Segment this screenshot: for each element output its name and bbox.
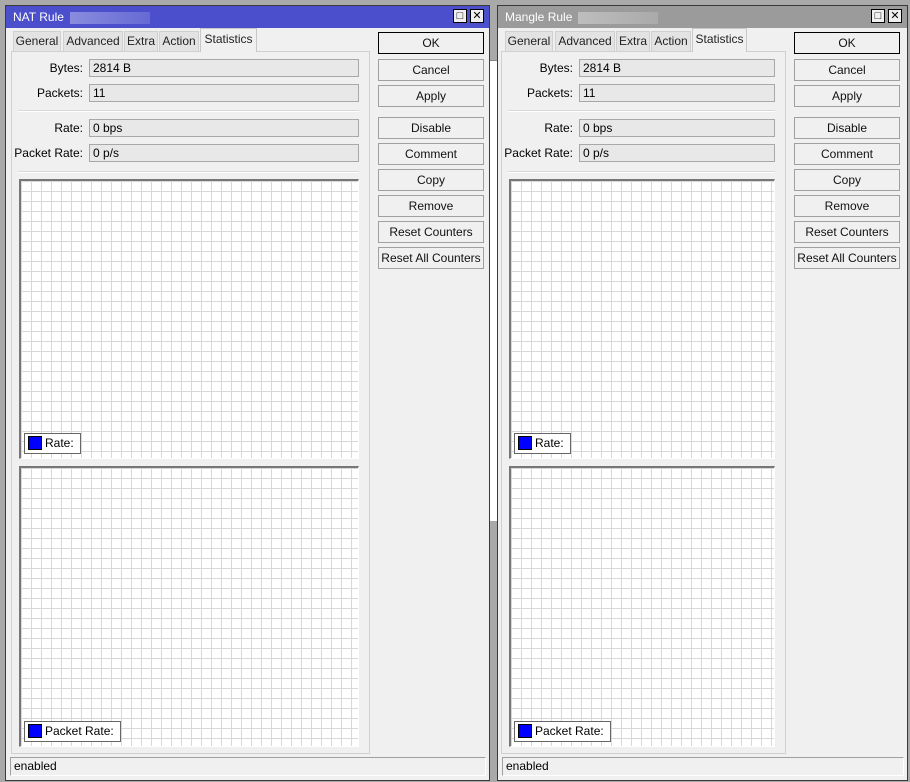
packets-label: Packets: (36, 86, 83, 100)
tab-statistics[interactable]: Statistics (200, 28, 257, 52)
bytes-label: Bytes: (49, 61, 83, 75)
window-title: Mangle Rule (505, 10, 573, 24)
legend-color-swatch (28, 435, 42, 450)
rate-label: Rate: (54, 121, 83, 135)
comment-button[interactable]: Comment (378, 143, 484, 165)
legend-color-swatch (28, 723, 42, 738)
remove-button[interactable]: Remove (794, 195, 900, 217)
cancel-button[interactable]: Cancel (794, 59, 900, 81)
packet-rate-field: 0 p/s (579, 144, 775, 162)
rate-label: Rate: (544, 121, 573, 135)
graph-legend: Packet Rate: (24, 721, 121, 742)
graph-legend: Packet Rate: (514, 721, 611, 742)
tab-general[interactable]: General (13, 31, 61, 51)
packets-label: Packets: (526, 86, 573, 100)
tab-statistics[interactable]: Statistics (692, 28, 747, 52)
disable-button[interactable]: Disable (378, 117, 484, 139)
window-title: NAT Rule (13, 10, 64, 24)
nat-rule-window: NAT Rule □ ✕ General Advanced Extra Action Stat… (5, 5, 490, 781)
legend-label: Packet Rate: (45, 724, 114, 738)
tab-action[interactable]: Action (159, 31, 199, 51)
legend-label: Rate: (45, 436, 74, 450)
tab-advanced[interactable]: Advanced (555, 31, 615, 51)
packet-rate-label: Packet Rate: (504, 146, 573, 160)
tab-action[interactable]: Action (651, 31, 691, 51)
redacted-title-text (69, 11, 150, 24)
tab-extra[interactable]: Extra (124, 31, 158, 51)
remove-button[interactable]: Remove (378, 195, 484, 217)
reset-all-counters-button[interactable]: Reset All Counters (378, 247, 484, 269)
status-bar: enabled (10, 757, 486, 776)
reset-counters-button[interactable]: Reset Counters (378, 221, 484, 243)
maximize-button[interactable]: □ (871, 9, 885, 23)
packet-rate-graph: Packet Rate: (19, 466, 359, 747)
reset-all-counters-button[interactable]: Reset All Counters (794, 247, 900, 269)
close-button[interactable]: ✕ (470, 9, 484, 23)
status-bar: enabled (502, 757, 904, 776)
graph-legend: Rate: (514, 433, 571, 454)
copy-button[interactable]: Copy (794, 169, 900, 191)
disable-button[interactable]: Disable (794, 117, 900, 139)
separator (508, 110, 775, 112)
ok-button[interactable]: OK (378, 32, 484, 54)
bytes-field: 2814 B (579, 59, 775, 77)
graph-legend: Rate: (24, 433, 81, 454)
tab-extra[interactable]: Extra (616, 31, 650, 51)
title-bar[interactable]: Mangle Rule □ ✕ (498, 6, 907, 28)
maximize-button[interactable]: □ (453, 9, 467, 23)
separator (18, 171, 359, 173)
packets-field: 11 (89, 84, 359, 102)
packets-field: 11 (579, 84, 775, 102)
packet-rate-label: Packet Rate: (14, 146, 83, 160)
title-bar[interactable]: NAT Rule □ ✕ (6, 6, 489, 28)
cancel-button[interactable]: Cancel (378, 59, 484, 81)
separator (18, 110, 359, 112)
apply-button[interactable]: Apply (378, 85, 484, 107)
mangle-rule-window: Mangle Rule □ ✕ General Advanced Extra Action S… (497, 5, 908, 781)
rate-graph: Rate: (509, 179, 775, 459)
packet-rate-field: 0 p/s (89, 144, 359, 162)
legend-color-swatch (518, 435, 532, 450)
rate-field: 0 bps (89, 119, 359, 137)
packet-rate-graph: Packet Rate: (509, 466, 775, 747)
reset-counters-button[interactable]: Reset Counters (794, 221, 900, 243)
close-button[interactable]: ✕ (888, 9, 902, 23)
rate-field: 0 bps (579, 119, 775, 137)
apply-button[interactable]: Apply (794, 85, 900, 107)
separator (508, 171, 775, 173)
copy-button[interactable]: Copy (378, 169, 484, 191)
redacted-title-text (578, 11, 659, 24)
bytes-field: 2814 B (89, 59, 359, 77)
bytes-label: Bytes: (539, 61, 573, 75)
legend-color-swatch (518, 723, 532, 738)
rate-graph: Rate: (19, 179, 359, 459)
comment-button[interactable]: Comment (794, 143, 900, 165)
tab-general[interactable]: General (505, 31, 553, 51)
tab-advanced[interactable]: Advanced (63, 31, 123, 51)
legend-label: Packet Rate: (535, 724, 604, 738)
ok-button[interactable]: OK (794, 32, 900, 54)
legend-label: Rate: (535, 436, 564, 450)
